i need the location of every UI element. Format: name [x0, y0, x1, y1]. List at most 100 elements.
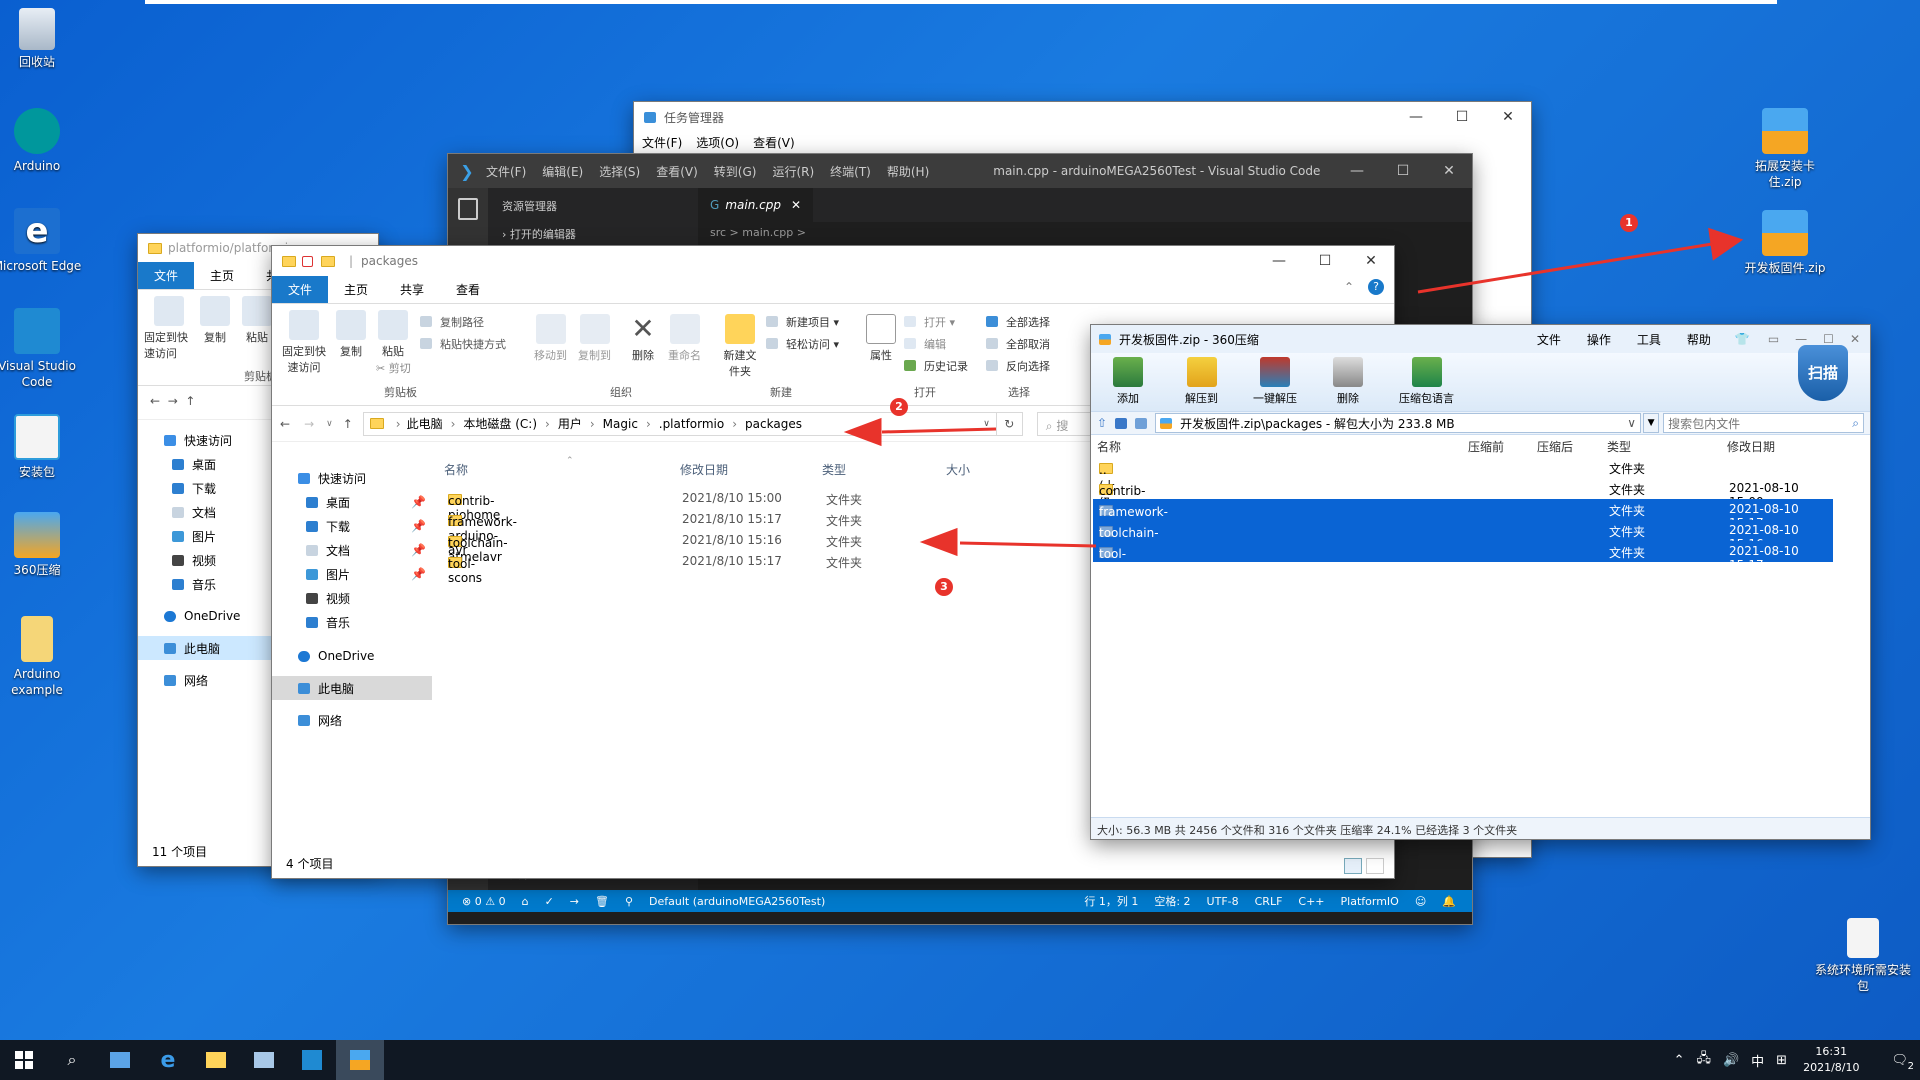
select-all-button[interactable]: 全部选择 — [986, 312, 1050, 334]
properties-quick-icon[interactable] — [302, 255, 313, 267]
notification-center[interactable]: 🗨 2 — [1879, 1053, 1914, 1072]
vscode-menu-selection[interactable]: 选择(S) — [599, 163, 640, 180]
maximize-button[interactable]: ☐ — [1302, 246, 1348, 276]
copy-button[interactable]: 复制 — [336, 310, 366, 359]
paste-shortcut-button[interactable]: 粘贴快捷方式 — [420, 334, 506, 356]
new-item-button[interactable]: 新建项目 ▾ — [766, 312, 839, 334]
minimize-button[interactable]: — — [1795, 332, 1807, 346]
files-icon[interactable] — [458, 198, 478, 220]
check-icon[interactable]: ✓ — [545, 895, 554, 908]
language-button[interactable]: 压缩包语言 — [1399, 357, 1454, 406]
column-size-before[interactable]: 压缩前 — [1468, 438, 1504, 455]
maximize-button[interactable]: ☐ — [1439, 102, 1485, 132]
move-to-button[interactable]: 移动到 — [534, 314, 567, 363]
desktop-icon-vscode[interactable]: Visual Studio Code — [0, 308, 82, 390]
clock[interactable]: 16:31 2021/8/10 — [1803, 1044, 1859, 1076]
taskbar-explorer[interactable] — [192, 1040, 240, 1080]
status-env[interactable]: Default (arduinoMEGA2560Test) — [649, 895, 825, 908]
path-dropdown-icon[interactable]: ∨ — [1627, 416, 1636, 430]
open-button[interactable]: 打开 ▾ — [904, 312, 968, 334]
pin-icon[interactable]: 📌 — [411, 567, 426, 581]
taskbar-edge-icon[interactable]: e — [144, 1048, 192, 1073]
pin-icon[interactable]: 📌 — [411, 495, 426, 509]
column-name[interactable]: 名称 — [1097, 438, 1121, 455]
thumbnail-view-icon[interactable] — [1115, 417, 1128, 429]
delete-button[interactable]: ✕ 删除 — [628, 314, 658, 363]
help-icon[interactable]: ? — [1368, 279, 1384, 295]
ime-indicator[interactable]: 中 — [1751, 1051, 1764, 1070]
trash-icon[interactable]: 🗑 — [595, 895, 609, 908]
up-icon[interactable]: ↑ — [343, 417, 353, 431]
zip-row[interactable]: .. (上级目录) 文件夹 — [1093, 457, 1833, 544]
desktop-icon-env-installer[interactable]: 系统环境所需安装包 — [1815, 918, 1911, 994]
volume-icon[interactable]: 🔊 — [1723, 1053, 1739, 1068]
menu-file[interactable]: 文件(F) — [642, 134, 682, 151]
minimize-button[interactable]: — — [1393, 102, 1439, 132]
recent-chevron-icon[interactable]: ∨ — [326, 419, 333, 429]
breadcrumb-users[interactable]: 用户 — [558, 415, 582, 432]
breadcrumb-this-pc[interactable]: 此电脑 — [407, 415, 443, 432]
search-icon[interactable]: ⌕ — [48, 1050, 96, 1070]
up-icon[interactable]: ↑ — [185, 394, 195, 408]
zip-row-selected[interactable]: framework-arduino-avr 文件夹 2021-08-10 15:… — [1093, 499, 1833, 547]
desktop-icon-zip2[interactable]: 开发板固件.zip — [1740, 210, 1830, 276]
history-button[interactable]: 历史记录 — [904, 356, 968, 378]
list-view-icon[interactable] — [1135, 417, 1148, 429]
column-type[interactable]: 类型 — [822, 461, 846, 478]
tab-view[interactable]: 查看 — [440, 276, 496, 303]
nav-quick-access[interactable]: 快速访问 — [272, 466, 432, 490]
new-folder-button[interactable]: 新建文件夹 — [720, 314, 760, 379]
desktop-icon-installer[interactable]: 安装包 — [0, 414, 82, 480]
nav-pictures[interactable]: 图片 📌 — [272, 562, 432, 586]
zip-menu-file[interactable]: 文件 — [1537, 331, 1561, 348]
zip-row-selected[interactable]: tool-scons 文件夹 2021-08-10 15:17 — [1093, 541, 1833, 575]
tab-close-icon[interactable]: ✕ — [791, 198, 801, 212]
pin-button[interactable]: 固定到快速访问 — [144, 296, 194, 361]
nav-this-pc[interactable]: 此电脑 — [272, 676, 432, 700]
desktop-icon-arduino-example[interactable]: Arduino example — [0, 616, 82, 698]
refresh-icon[interactable]: ↻ — [996, 411, 1023, 436]
nav-desktop[interactable]: 桌面 📌 — [272, 490, 432, 514]
vscode-menu-go[interactable]: 转到(G) — [714, 163, 757, 180]
tab-home[interactable]: 主页 — [328, 276, 384, 303]
editor-breadcrumb[interactable]: src > main.cpp > — [710, 226, 806, 239]
breadcrumb-platformio[interactable]: .platformio — [659, 417, 724, 431]
new-folder-quick-icon[interactable] — [321, 255, 335, 267]
column-date[interactable]: 修改日期 — [680, 461, 728, 478]
zip-row[interactable]: contrib-piohome 文件夹 2021-08-10 15:00 — [1093, 478, 1833, 512]
add-button[interactable]: 添加 — [1113, 357, 1143, 406]
breadcrumb-magic[interactable]: Magic — [603, 417, 638, 431]
taskbar-360zip[interactable] — [336, 1040, 384, 1080]
close-button[interactable]: ✕ — [1850, 332, 1860, 346]
invert-selection-button[interactable]: 反向选择 — [986, 356, 1050, 378]
feedback-icon[interactable]: ☺ — [1415, 895, 1426, 908]
zip-menu-tools[interactable]: 工具 — [1637, 331, 1661, 348]
status-platformio[interactable]: PlatformIO — [1341, 895, 1399, 908]
maximize-button[interactable]: ☐ — [1380, 156, 1426, 186]
status-language[interactable]: C++ — [1298, 895, 1324, 908]
status-eol[interactable]: CRLF — [1255, 895, 1283, 908]
feedback-icon[interactable]: ▭ — [1768, 332, 1779, 346]
nav-downloads[interactable]: 下载 📌 — [272, 514, 432, 538]
close-button[interactable]: ✕ — [1348, 246, 1394, 276]
column-date[interactable]: 修改日期 — [1727, 438, 1775, 455]
column-size-after[interactable]: 压缩后 — [1537, 438, 1573, 455]
keyboard-icon[interactable]: ⊞ — [1776, 1053, 1787, 1068]
vscode-menu-terminal[interactable]: 终端(T) — [830, 163, 871, 180]
desktop-icon-recycle-bin[interactable]: 回收站 — [0, 8, 82, 70]
tab-file[interactable]: 文件 — [138, 262, 195, 289]
zip-path-input[interactable]: 开发板固件.zip\packages - 解包大小为 233.8 MB ∨ — [1155, 413, 1642, 433]
breadcrumb-packages[interactable]: packages — [745, 417, 802, 431]
delete-button[interactable]: 删除 — [1333, 357, 1363, 406]
taskbar-vscode[interactable] — [288, 1040, 336, 1080]
home-icon[interactable]: ⌂ — [522, 895, 529, 908]
status-cursor[interactable]: 行 1，列 1 — [1084, 893, 1138, 909]
close-button[interactable]: ✕ — [1485, 102, 1531, 132]
extract-to-button[interactable]: 解压到 — [1185, 357, 1218, 406]
menu-options[interactable]: 选项(O) — [696, 134, 739, 151]
details-view-icon[interactable] — [1344, 858, 1362, 874]
column-type[interactable]: 类型 — [1607, 438, 1631, 455]
tab-file[interactable]: 文件 — [272, 276, 329, 303]
tray-chevron-icon[interactable]: ⌃ — [1674, 1053, 1685, 1068]
network-icon[interactable]: 🖧 — [1696, 1049, 1711, 1071]
